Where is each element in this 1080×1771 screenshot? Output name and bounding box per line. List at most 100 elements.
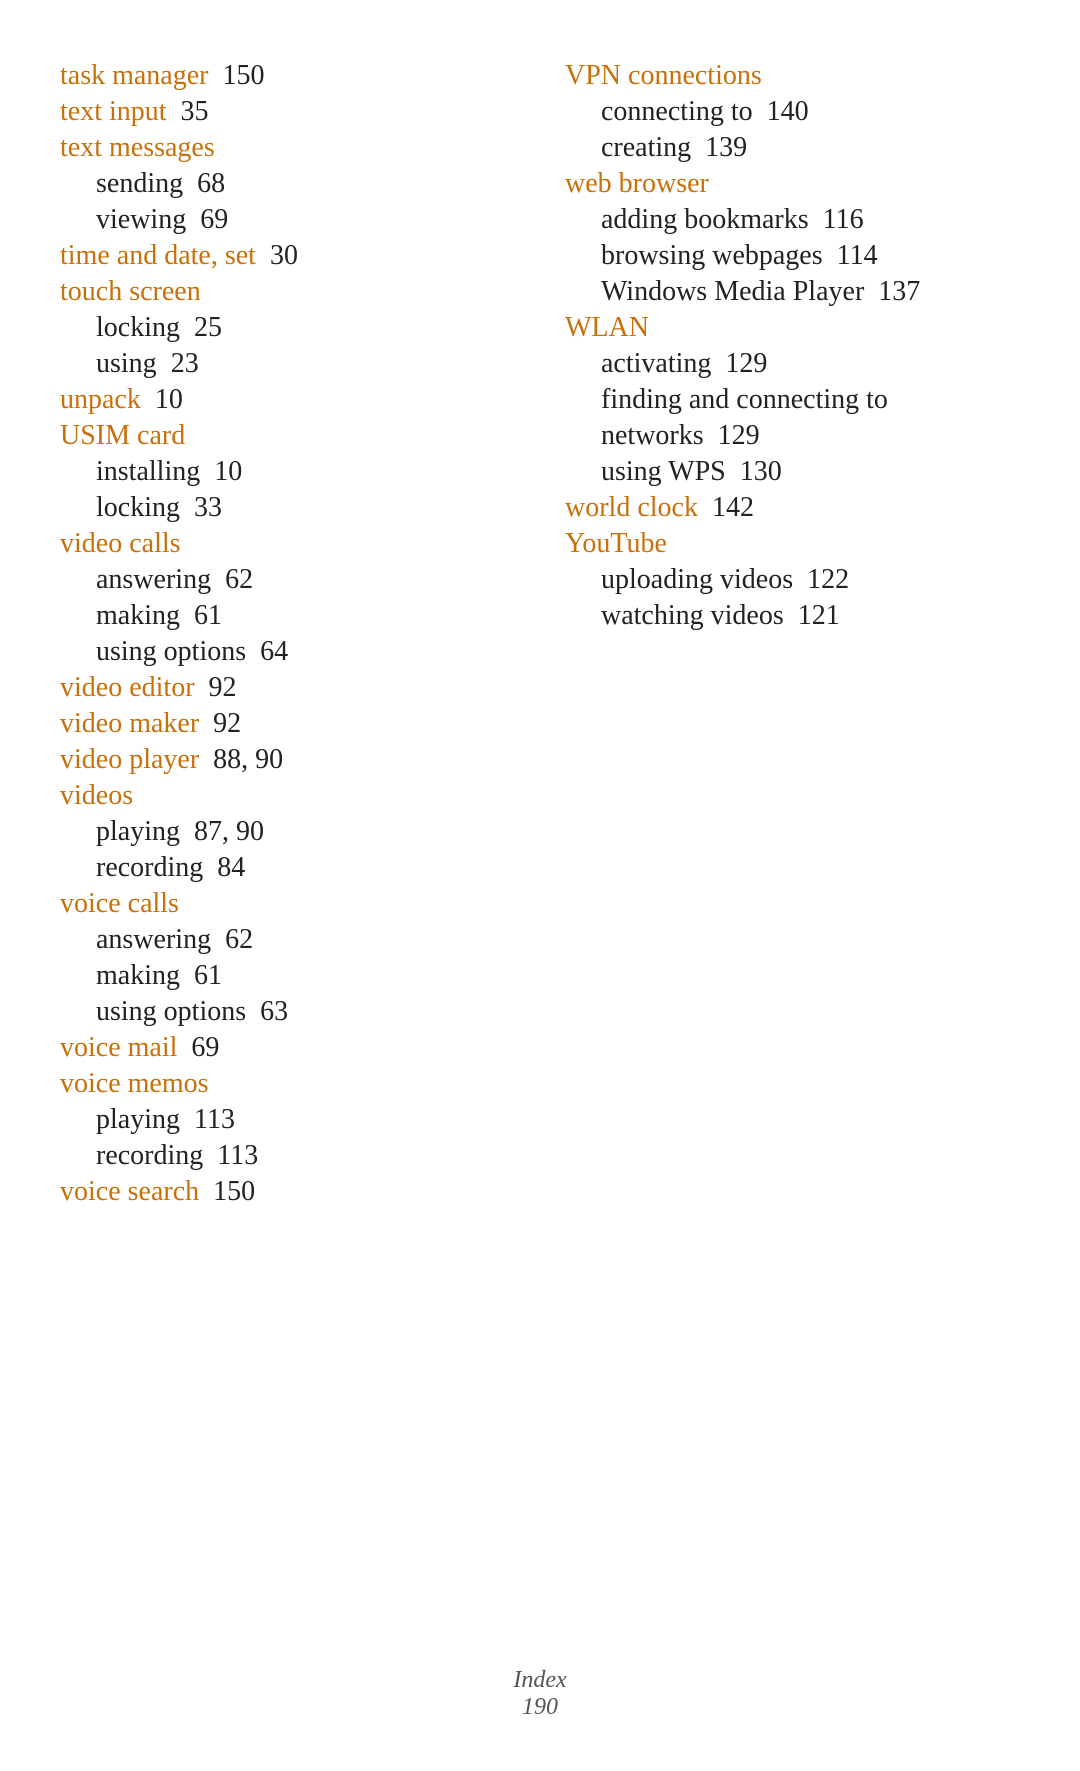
index-entry: voice search 150 <box>60 1176 515 1208</box>
entry-heading: task manager 150 <box>60 60 515 92</box>
entry-heading: WLAN <box>565 312 1020 344</box>
entry-sub: Windows Media Player 137 <box>565 276 1020 308</box>
index-entry: creating 139 <box>565 132 1020 164</box>
page-num: 10 <box>155 384 183 415</box>
index-entry: watching videos 121 <box>565 600 1020 632</box>
entry-sub: networks 129 <box>565 420 1020 452</box>
index-entry: web browser <box>565 168 1020 200</box>
entry-sub: using options 63 <box>60 996 515 1028</box>
index-entry: making 61 <box>60 600 515 632</box>
entry-sub: uploading videos 122 <box>565 564 1020 596</box>
page-num: 92 <box>213 708 241 739</box>
index-entry: voice memos <box>60 1068 515 1100</box>
index-entry: connecting to 140 <box>565 96 1020 128</box>
entry-heading: voice mail 69 <box>60 1032 515 1064</box>
index-entry: text input 35 <box>60 96 515 128</box>
index-entry: world clock 142 <box>565 492 1020 524</box>
entry-sub: connecting to 140 <box>565 96 1020 128</box>
entry-heading: video maker 92 <box>60 708 515 740</box>
entry-heading: text messages <box>60 132 515 164</box>
entry-heading: time and date, set 30 <box>60 240 515 272</box>
entry-sub: watching videos 121 <box>565 600 1020 632</box>
entry-sub: locking 33 <box>60 492 515 524</box>
page-num: 62 <box>225 564 253 595</box>
index-entry: finding and connecting to <box>565 384 1020 416</box>
entry-sub: using 23 <box>60 348 515 380</box>
page-num: 140 <box>767 96 809 127</box>
entry-heading: web browser <box>565 168 1020 200</box>
entry-sub: viewing 69 <box>60 204 515 236</box>
entry-heading: videos <box>60 780 515 812</box>
entry-heading: voice memos <box>60 1068 515 1100</box>
index-entry: using options 64 <box>60 636 515 668</box>
index-entry: uploading videos 122 <box>565 564 1020 596</box>
page-num: 116 <box>823 204 864 235</box>
page-num: 114 <box>837 240 878 271</box>
page-num: 23 <box>171 348 199 379</box>
page-num: 63 <box>260 996 288 1027</box>
entry-heading: touch screen <box>60 276 515 308</box>
entry-heading: world clock 142 <box>565 492 1020 524</box>
entry-sub: using options 64 <box>60 636 515 668</box>
entry-heading: VPN connections <box>565 60 1020 92</box>
entry-heading: unpack 10 <box>60 384 515 416</box>
index-entry: playing 113 <box>60 1104 515 1136</box>
page-num: 84 <box>217 852 245 883</box>
index-entry: video editor 92 <box>60 672 515 704</box>
index-entry: making 61 <box>60 960 515 992</box>
index-entry: sending 68 <box>60 168 515 200</box>
page-num: 35 <box>181 96 209 127</box>
index-entry: voice calls <box>60 888 515 920</box>
page-num: 122 <box>807 564 849 595</box>
page-num: 92 <box>209 672 237 703</box>
index-entry: answering 62 <box>60 924 515 956</box>
page-num: 69 <box>200 204 228 235</box>
index-entry: recording 113 <box>60 1140 515 1172</box>
page-num: 150 <box>213 1176 255 1207</box>
index-entry: touch screen <box>60 276 515 308</box>
page-num: 121 <box>798 600 840 631</box>
entry-sub: using WPS 130 <box>565 456 1020 488</box>
index-entry: networks 129 <box>565 420 1020 452</box>
index-entry: YouTube <box>565 528 1020 560</box>
index-entry: browsing webpages 114 <box>565 240 1020 272</box>
index-entry: task manager 150 <box>60 60 515 92</box>
page-num: 113 <box>194 1104 235 1135</box>
footer-label: Index <box>0 1667 1080 1694</box>
page-num: 61 <box>194 600 222 631</box>
entry-sub: creating 139 <box>565 132 1020 164</box>
page-num: 87, 90 <box>194 816 264 847</box>
page-num: 130 <box>740 456 782 487</box>
entry-sub: sending 68 <box>60 168 515 200</box>
footer-page: 190 <box>0 1694 1080 1721</box>
index-entry: voice mail 69 <box>60 1032 515 1064</box>
index-entry: using options 63 <box>60 996 515 1028</box>
index-entry: VPN connections <box>565 60 1020 92</box>
entry-heading: video editor 92 <box>60 672 515 704</box>
index-entry: playing 87, 90 <box>60 816 515 848</box>
entry-sub: playing 87, 90 <box>60 816 515 848</box>
right-column: VPN connections connecting to 140 creating… <box>545 60 1020 1212</box>
entry-sub: recording 84 <box>60 852 515 884</box>
entry-sub: adding bookmarks 116 <box>565 204 1020 236</box>
entry-sub: installing 10 <box>60 456 515 488</box>
page-num: 10 <box>214 456 242 487</box>
index-entry: using 23 <box>60 348 515 380</box>
index-entry: text messages <box>60 132 515 164</box>
footer: Index 190 <box>0 1667 1080 1721</box>
index-entry: activating 129 <box>565 348 1020 380</box>
index-entry: recording 84 <box>60 852 515 884</box>
index-entry: video player 88, 90 <box>60 744 515 776</box>
entry-sub: answering 62 <box>60 924 515 956</box>
page-num: 61 <box>194 960 222 991</box>
page-num: 25 <box>194 312 222 343</box>
index-entry: locking 33 <box>60 492 515 524</box>
index-entry: WLAN <box>565 312 1020 344</box>
page-num: 68 <box>197 168 225 199</box>
index-entry: unpack 10 <box>60 384 515 416</box>
page-num: 129 <box>718 420 760 451</box>
entry-sub: finding and connecting to <box>565 384 1020 416</box>
page-num: 113 <box>217 1140 258 1171</box>
index-entry: using WPS 130 <box>565 456 1020 488</box>
entry-heading: USIM card <box>60 420 515 452</box>
